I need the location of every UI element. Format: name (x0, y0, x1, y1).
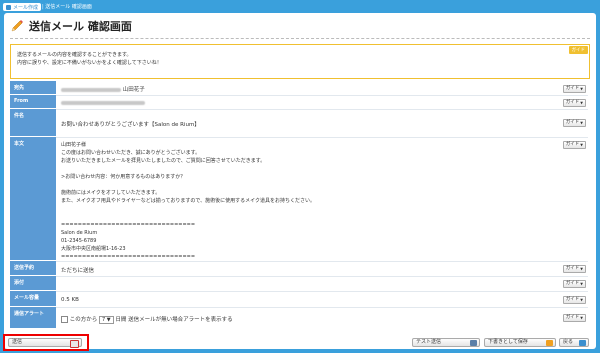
row-subject-value: お問い合わせありがとうございます【Salon de Rium】 (61, 122, 200, 128)
alert-checkbox[interactable] (61, 316, 68, 323)
guide-button-size[interactable]: ガイド ▼ (562, 296, 586, 304)
test-send-button[interactable]: テスト送信 (412, 338, 480, 347)
body-line: 大阪市中央区南船場1-16-23 (61, 246, 126, 252)
body-line (61, 213, 564, 221)
body-line (61, 205, 564, 213)
guide-button-schedule[interactable]: ガイド ▼ (562, 265, 586, 273)
notice-guide-button[interactable]: ガイド (568, 46, 588, 54)
body-line: >お問い合わせ内容：何か用意するものはありますか？ (61, 174, 186, 180)
row-to: 宛先 山田花子 ガイド ▼ (10, 81, 588, 96)
chevron-down-icon: ▼ (580, 143, 583, 147)
body-line: この度はお問い合わせいただき、誠にありがとうございます。 (61, 150, 201, 156)
breadcrumb: | 送信メール 確認画面 (42, 4, 92, 10)
row-attach-label: 添付 (10, 276, 56, 291)
chevron-down-icon: ▼ (580, 87, 583, 91)
row-from: From ガイド ▼ (10, 95, 588, 110)
row-alert-value: この方から 7 ▼ 日間 送信メールが無い場合アラートを表示する (61, 315, 564, 324)
tab-mail-create-label: メール作成 (13, 4, 39, 11)
row-schedule-value: ただちに送信 (61, 268, 95, 274)
row-size-value: 0.5 KB (61, 297, 79, 303)
chevron-down-icon: ▼ (580, 316, 583, 320)
alert-prefix: この方から (69, 317, 98, 323)
body-line: また、メイクオフ用具やドライヤーなどは揃っておりますので、施術後に使用するメイク… (61, 198, 316, 204)
from-email-redacted (61, 100, 145, 105)
body-line: ================================ (61, 254, 196, 260)
guide-button-alert[interactable]: ガイド ▼ (562, 314, 586, 322)
row-from-label: From (10, 95, 56, 109)
row-body: 本文 山田花子様 この度はお問い合わせいただき、誠にありがとうございます。 お送… (10, 137, 588, 262)
row-subject: 件名 お問い合わせありがとうございます【Salon de Rium】 ガイド ▼ (10, 109, 588, 138)
body-line: ================================ (61, 222, 196, 228)
mail-icon (6, 4, 11, 10)
row-to-label: 宛先 (10, 81, 56, 95)
body-line (61, 165, 564, 173)
row-subject-label: 件名 (10, 109, 56, 137)
chevron-down-icon: ▼ (580, 101, 583, 105)
row-schedule: 送信予約 ただちに送信 ガイド ▼ (10, 261, 588, 277)
notice-box: 送信するメールの内容を確認することができます。 内容に誤りや、設定に不備いがない… (10, 44, 590, 79)
guide-button-attach[interactable]: ガイド ▼ (562, 280, 586, 288)
body-line: 01-2345-6789 (61, 238, 97, 244)
page-header: 送信メール 確認画面 (10, 18, 132, 34)
guide-button-from[interactable]: ガイド ▼ (562, 99, 586, 107)
page-title: 送信メール 確認画面 (29, 20, 132, 33)
body-line: お送りいただきましたメールを拝見いたしましたので、ご質問に回答させていただきます… (61, 158, 266, 164)
highlight-frame (3, 334, 89, 351)
notice-line-2: 内容に誤りや、設定に不備いがないかをよく確認して下さいね！ (17, 60, 162, 66)
top-bar: メール作成 | 送信メール 確認画面 (0, 0, 600, 13)
to-email-redacted (61, 87, 121, 92)
main-panel: 送信メール 確認画面 送信するメールの内容を確認することができます。 内容に誤り… (3, 13, 596, 351)
row-schedule-label: 送信予約 (10, 261, 56, 276)
action-bar: 送信 テスト送信 下書きとして保存 戻る (4, 337, 596, 349)
notice-line-1: 送信するメールの内容を確認することができます。 (17, 52, 132, 58)
tab-mail-create[interactable]: メール作成 (3, 3, 42, 11)
row-attach: 添付 ガイド ▼ (10, 276, 588, 292)
row-alert-label: 通信アラート (10, 307, 56, 329)
pencil-icon (11, 20, 23, 32)
mail-body-text: 山田花子様 この度はお問い合わせいただき、誠にありがとうございます。 お送りいた… (61, 141, 564, 261)
save-icon (546, 340, 553, 346)
alert-suffix: 日間 送信メールが無い場合アラートを表示する (115, 317, 233, 323)
row-size: メール容量 0.5 KB ガイド ▼ (10, 291, 588, 308)
body-line: 施術前にはメイクをオフしていただきます。 (61, 190, 161, 196)
save-draft-button[interactable]: 下書きとして保存 (484, 338, 556, 347)
alert-days-select[interactable]: 7 ▼ (99, 315, 114, 324)
guide-button-subject[interactable]: ガイド ▼ (562, 119, 586, 127)
back-arrow-icon (579, 340, 586, 346)
title-divider (10, 38, 590, 39)
body-line: Salon de Rium (61, 230, 98, 236)
chevron-down-icon: ▼ (580, 121, 583, 125)
row-to-value: 山田花子 (61, 85, 564, 93)
to-name: 山田花子 (122, 87, 145, 93)
chevron-down-icon: ▼ (580, 267, 583, 271)
guide-button-body[interactable]: ガイド ▼ (562, 141, 586, 149)
chevron-down-icon: ▼ (580, 298, 583, 302)
test-send-icon (470, 340, 477, 346)
body-line (61, 181, 564, 189)
body-line: 山田花子様 (61, 142, 87, 148)
guide-button-to[interactable]: ガイド ▼ (562, 85, 586, 93)
row-size-label: メール容量 (10, 291, 56, 307)
row-body-label: 本文 (10, 137, 56, 261)
row-alert: 通信アラート この方から 7 ▼ 日間 送信メールが無い場合アラートを表示する … (10, 307, 588, 329)
row-from-value (61, 100, 564, 106)
back-button[interactable]: 戻る (559, 338, 589, 347)
chevron-down-icon: ▼ (580, 282, 583, 286)
